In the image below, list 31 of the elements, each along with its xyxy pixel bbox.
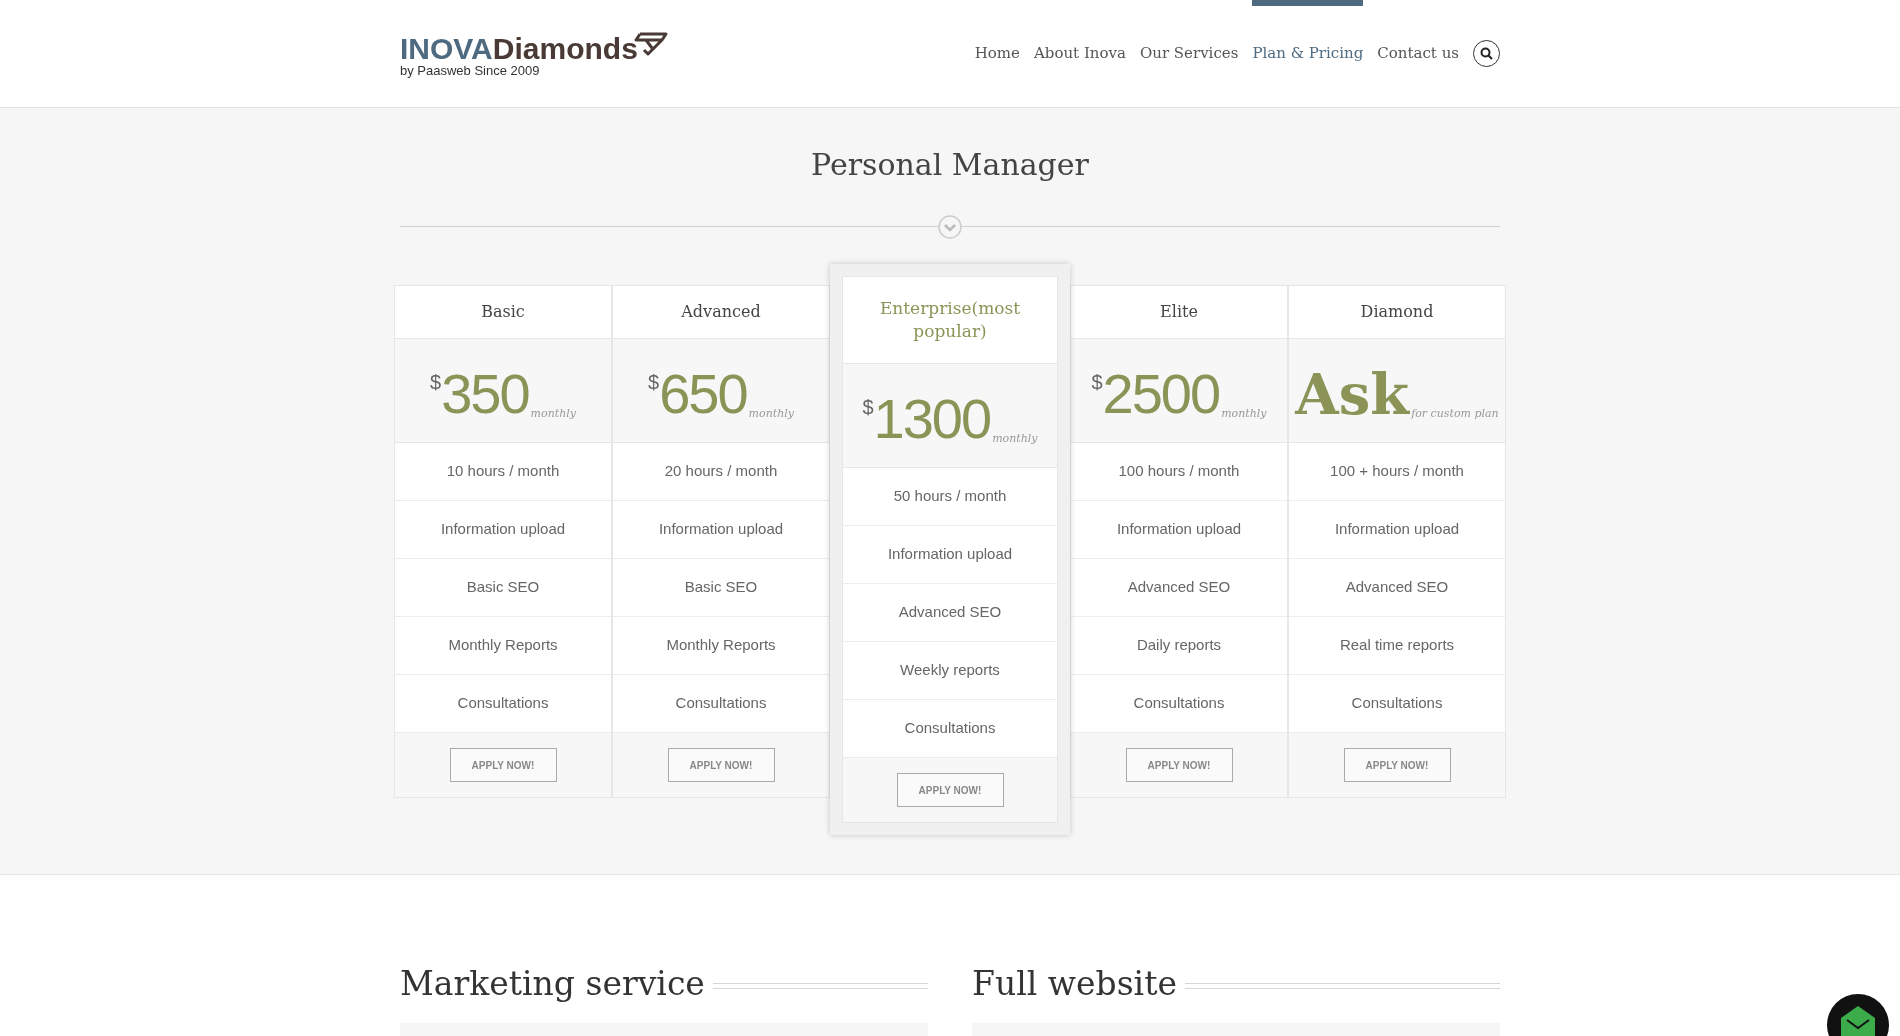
apply-button[interactable]: APPLY NOW!: [449, 748, 557, 782]
apply-button[interactable]: APPLY NOW!: [667, 748, 775, 782]
currency-sign: $: [430, 370, 442, 393]
nav-link[interactable]: Contact us: [1377, 42, 1459, 65]
apply-button[interactable]: APPLY NOW!: [896, 773, 1004, 807]
nav-link[interactable]: Plan & Pricing: [1252, 42, 1364, 65]
plan-period: monthly: [748, 405, 794, 422]
plan-period: for custom plan: [1411, 406, 1499, 422]
currency-sign: $: [862, 395, 874, 420]
logo-tagline: by Paasweb Since 2009: [400, 63, 541, 78]
plan-period: monthly: [992, 430, 1038, 447]
envelope-icon: [1841, 1006, 1875, 1036]
plan-price: 1300: [873, 391, 991, 447]
currency-sign: $: [1091, 370, 1103, 393]
plan-price: Ask: [1295, 366, 1410, 422]
plan-period: monthly: [1221, 405, 1267, 422]
nav-link[interactable]: About Inova: [1033, 42, 1126, 65]
plan-price: 2500: [1102, 366, 1220, 422]
plan-period: monthly: [530, 405, 576, 422]
plan-price: 650: [659, 366, 747, 422]
nav-link[interactable]: Our Services: [1139, 42, 1239, 65]
apply-button[interactable]: APPLY NOW!: [1125, 748, 1233, 782]
page-title: Personal Manager: [811, 146, 1089, 184]
logo-text[interactable]: INOVADiamonds: [400, 33, 638, 64]
section-heading: Full website: [972, 963, 1177, 1005]
section-heading: Marketing service: [400, 963, 705, 1005]
search-icon: [1480, 47, 1493, 60]
plan-price: 350: [441, 366, 529, 422]
apply-button[interactable]: APPLY NOW!: [1343, 748, 1451, 782]
nav-link[interactable]: Home: [974, 42, 1020, 65]
currency-sign: $: [648, 370, 660, 395]
